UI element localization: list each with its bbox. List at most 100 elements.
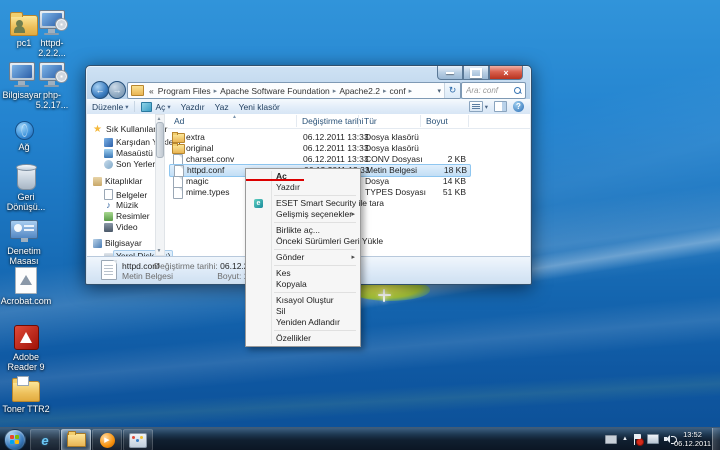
taskbar-clock[interactable]: 13:52 06.12.2011	[674, 430, 711, 448]
new-folder-button[interactable]: Yeni klasör	[234, 100, 285, 113]
desktop-icon-php-installer[interactable]: php-5.2.17...	[30, 58, 74, 110]
column-divider[interactable]	[468, 115, 469, 127]
clock-date: 06.12.2011	[674, 439, 711, 448]
address-dropdown-icon[interactable]: ▾	[434, 87, 444, 95]
breadcrumb-segment[interactable]: Apache2.2	[337, 86, 382, 96]
desktop-icon-label: Ağ	[2, 142, 46, 152]
address-bar[interactable]: « Program Files ▸ Apache Software Founda…	[127, 82, 461, 99]
desktop-icon-network[interactable]: Ağ	[2, 110, 46, 152]
folder-icon	[2, 372, 50, 402]
organize-button[interactable]: Düzenle ▾	[87, 100, 133, 113]
menu-item-send-to[interactable]: Gönder ▸	[246, 252, 360, 263]
sidebar-item-documents[interactable]: Belgeler	[104, 189, 147, 200]
breadcrumb-overflow[interactable]: «	[147, 86, 156, 96]
music-icon: ♪	[104, 201, 113, 210]
menu-item-open-with[interactable]: Birlikte aç...	[246, 225, 360, 236]
open-button[interactable]: Aç ▾	[136, 100, 175, 113]
column-divider[interactable]	[358, 115, 359, 127]
sidebar-item-label: Masaüstü	[116, 148, 153, 158]
views-button[interactable]: ▾	[469, 101, 488, 112]
breadcrumb-segment[interactable]: conf	[387, 86, 407, 96]
network-tray-icon[interactable]	[647, 434, 659, 444]
maximize-button[interactable]	[463, 66, 489, 80]
sidebar-item-music[interactable]: ♪ Müzik	[104, 200, 138, 210]
sidebar-item-recent-places[interactable]: Son Yerler	[104, 159, 155, 169]
chevron-down-icon: ▾	[125, 103, 128, 111]
menu-item-rename[interactable]: Yeniden Adlandır	[246, 317, 360, 328]
sidebar-item-label: Belgeler	[116, 190, 147, 200]
column-header-size[interactable]: Boyut	[426, 116, 448, 126]
preview-pane-button[interactable]	[494, 101, 507, 112]
sort-ascending-icon: ▲	[232, 114, 237, 120]
breadcrumb-segment[interactable]: Program Files	[156, 86, 213, 96]
menu-item-eset-scan[interactable]: e ESET Smart Security ile tara	[246, 198, 360, 209]
volume-icon[interactable]	[664, 434, 674, 444]
show-desktop-button[interactable]	[712, 428, 720, 450]
menu-item-print[interactable]: Yazdır	[246, 182, 360, 193]
menu-separator	[274, 292, 356, 293]
desktop-icon-toner-folder[interactable]: Toner TTR2	[2, 372, 50, 414]
downloads-icon	[104, 138, 113, 147]
column-header-date[interactable]: Değiştirme tarihi	[302, 116, 363, 126]
menu-separator	[274, 265, 356, 266]
action-center-flag-icon[interactable]	[633, 434, 642, 445]
forward-icon: →	[113, 85, 122, 95]
menu-item-advanced-options[interactable]: Gelişmiş seçenekler ▸	[246, 209, 360, 220]
search-input[interactable]	[462, 86, 512, 95]
taskbar-button-media-player[interactable]: ▶	[92, 429, 122, 450]
acrobat-icon	[0, 264, 52, 294]
tray-device-icon[interactable]	[605, 435, 617, 444]
help-button[interactable]: ?	[513, 101, 524, 112]
sidebar-item-desktop[interactable]: Masaüstü	[104, 148, 153, 158]
print-button[interactable]: Yazdır	[176, 100, 210, 113]
installer-icon	[30, 58, 74, 88]
forward-button[interactable]: →	[108, 81, 126, 99]
sidebar-group-libraries[interactable]: Kitaplıklar	[93, 176, 142, 186]
recycle-bin-icon	[2, 160, 50, 190]
pictures-icon	[104, 212, 113, 221]
desktop-icon-recycle-bin[interactable]: Geri Dönüşü...	[2, 160, 50, 212]
menu-item-copy[interactable]: Kopyala	[246, 279, 360, 290]
desktop-icon-adobe-reader[interactable]: Adobe Reader 9	[2, 320, 50, 372]
menu-item-label: Kes	[276, 268, 291, 278]
menu-item-delete[interactable]: Sil	[246, 306, 360, 317]
burn-button[interactable]: Yaz	[210, 100, 234, 113]
desktop-icon-httpd-installer[interactable]: httpd-2.2.2...	[30, 6, 74, 58]
desktop-icon-acrobat[interactable]: Acrobat.com	[0, 264, 52, 306]
refresh-button[interactable]: ↻	[444, 83, 460, 98]
sidebar-scrollbar[interactable]: ▲ ▼	[155, 114, 165, 256]
details-date-label: Değiştirme tarihi:	[154, 261, 218, 271]
minimize-icon	[446, 72, 454, 74]
installer-icon	[30, 6, 74, 36]
sidebar-item-videos[interactable]: Video	[104, 222, 138, 232]
close-button[interactable]: ×	[489, 66, 523, 80]
column-divider[interactable]	[420, 115, 421, 127]
tray-expand-icon[interactable]: ▲	[622, 436, 628, 442]
taskbar-button-explorer-active[interactable]	[61, 429, 91, 450]
column-header-type[interactable]: Tür	[364, 116, 377, 126]
menu-separator	[274, 195, 356, 196]
desktop-icon-control-panel[interactable]: Denetim Masası	[0, 214, 48, 266]
search-box[interactable]	[461, 82, 526, 99]
menu-item-cut[interactable]: Kes	[246, 268, 360, 279]
scrollbar-thumb[interactable]	[156, 122, 164, 158]
menu-item-properties[interactable]: Özellikler	[246, 333, 360, 344]
sidebar-item-pictures[interactable]: Resimler	[104, 211, 150, 221]
taskbar-button-internet-explorer[interactable]: e	[30, 429, 60, 450]
organize-label: Düzenle	[92, 102, 123, 112]
back-button[interactable]: ←	[91, 81, 109, 99]
sidebar-group-computer[interactable]: Bilgisayar	[93, 238, 142, 248]
start-button[interactable]	[4, 429, 26, 450]
file-name: mime.types	[186, 187, 229, 197]
column-divider[interactable]	[296, 115, 297, 127]
scroll-down-icon[interactable]: ▼	[156, 248, 162, 254]
file-name: extra	[186, 132, 205, 142]
breadcrumb-segment[interactable]: Apache Software Foundation	[218, 86, 332, 96]
menu-item-create-shortcut[interactable]: Kısayol Oluştur	[246, 295, 360, 306]
details-size-label: Boyut:	[217, 271, 241, 281]
menu-item-label: Önceki Sürümleri Geri Yükle	[276, 236, 383, 246]
menu-item-restore-previous-versions[interactable]: Önceki Sürümleri Geri Yükle	[246, 236, 360, 247]
column-header-name[interactable]: Ad	[174, 116, 184, 126]
taskbar-button-paint[interactable]	[123, 429, 153, 450]
minimize-button[interactable]	[437, 66, 463, 80]
